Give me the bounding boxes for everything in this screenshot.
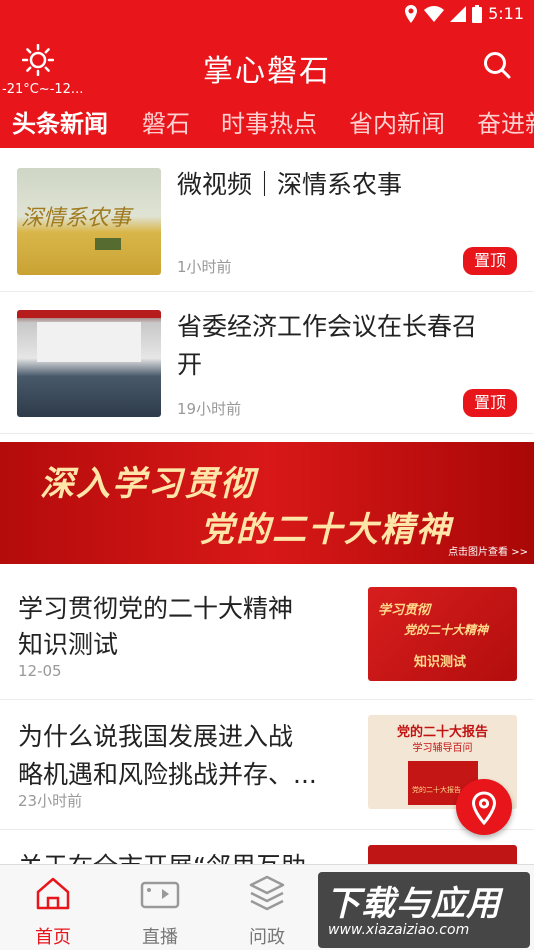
- nav-home-label: 首页: [35, 927, 71, 948]
- news-time: 12-05: [18, 662, 62, 680]
- stage-curtain-shape: [37, 322, 141, 362]
- thumbnail-text: 学习辅导百问: [412, 743, 473, 754]
- app-header: -21°C~-12... 掌心磐石: [0, 28, 534, 106]
- site-watermark: 下载与应用 www.xiazaiziao.com: [318, 872, 530, 948]
- nav-live[interactable]: 直播: [120, 873, 200, 949]
- news-title-line2: 略机遇和风险挑战并存、...: [18, 760, 317, 789]
- nav-live-label: 直播: [142, 927, 178, 948]
- news-item[interactable]: 深情系农事 微视频｜深情系农事 1小时前 置顶: [0, 148, 534, 292]
- layers-icon: [249, 875, 285, 911]
- news-title-line2: 知识测试: [18, 630, 119, 659]
- news-title-line1: 省委经济工作会议在长春召: [177, 312, 478, 341]
- news-time: 1小时前: [177, 258, 232, 276]
- tab-panshi[interactable]: 磐石: [142, 104, 190, 139]
- thumbnail-text: 党的二十大报告: [396, 725, 488, 740]
- thumbnail-text: 党的二十大精神: [404, 623, 489, 637]
- signal-icon: [450, 5, 467, 22]
- status-icons: 5:11: [404, 4, 524, 23]
- news-thumbnail: [17, 310, 161, 417]
- tab-current-affairs[interactable]: 时事热点: [221, 104, 317, 139]
- home-icon: [36, 877, 70, 910]
- banner-hint: 点击图片查看 >>: [448, 547, 528, 558]
- wifi-icon: [424, 5, 445, 22]
- location-icon: [405, 4, 418, 23]
- location-pin-icon: [471, 791, 497, 826]
- watermark-main: 下载与应用: [326, 884, 501, 924]
- search-icon[interactable]: [482, 50, 512, 80]
- status-time: 5:11: [488, 4, 524, 23]
- news-item[interactable]: 为什么说我国发展进入战 略机遇和风险挑战并存、... 23小时前 党的二十大报告…: [0, 700, 534, 830]
- news-item[interactable]: 学习贯彻党的二十大精神 知识测试 12-05 学习贯彻 党的二十大精神 知识测试: [0, 570, 534, 700]
- tab-headlines[interactable]: 头条新闻: [12, 104, 108, 139]
- status-bar: 5:11: [0, 0, 534, 28]
- nav-home[interactable]: 首页: [13, 873, 93, 949]
- battery-icon: [472, 4, 483, 23]
- news-thumbnail: 学习贯彻 党的二十大精神 知识测试: [368, 587, 517, 681]
- pinned-badge: 置顶: [463, 389, 517, 417]
- news-time: 19小时前: [177, 400, 242, 418]
- pinned-badge: 置顶: [463, 247, 517, 275]
- location-fab-button[interactable]: [456, 779, 512, 835]
- news-title-line2: 开: [177, 350, 203, 379]
- book-title-text: 党的二十大报告: [412, 786, 461, 794]
- news-title-line1: 为什么说我国发展进入战: [18, 722, 294, 751]
- category-tabs: 头条新闻 磐石 时事热点 省内新闻 奋进新: [0, 96, 534, 148]
- harvester-shape: [95, 238, 121, 250]
- tab-provincial-news[interactable]: 省内新闻: [349, 104, 445, 139]
- news-time: 23小时前: [18, 792, 83, 810]
- news-item[interactable]: 省委经济工作会议在长春召 开 19小时前 置顶: [0, 292, 534, 434]
- news-title-line1: 学习贯彻党的二十大精神: [18, 594, 294, 623]
- thumbnail-text: 深情系农事: [21, 206, 132, 231]
- news-title: 微视频｜深情系农事: [177, 170, 403, 199]
- thumbnail-text: 学习贯彻: [378, 603, 431, 618]
- tab-striving[interactable]: 奋进新: [477, 104, 534, 139]
- banner-line2: 党的二十大精神: [200, 510, 452, 550]
- promo-banner[interactable]: 深入学习贯彻 党的二十大精神 点击图片查看 >>: [0, 442, 534, 564]
- banner-line1: 深入学习贯彻: [40, 464, 256, 504]
- watermark-url: www.xiazaiziao.com: [328, 922, 470, 938]
- nav-inquiry-label: 问政: [249, 927, 285, 948]
- nav-inquiry[interactable]: 问政: [227, 873, 307, 949]
- app-title: 掌心磐石: [203, 54, 331, 89]
- stage-banner-shape: [17, 310, 161, 318]
- thumbnail-text: 知识测试: [414, 655, 467, 670]
- video-camera-icon: [140, 881, 180, 909]
- news-thumbnail: 深情系农事: [17, 168, 161, 275]
